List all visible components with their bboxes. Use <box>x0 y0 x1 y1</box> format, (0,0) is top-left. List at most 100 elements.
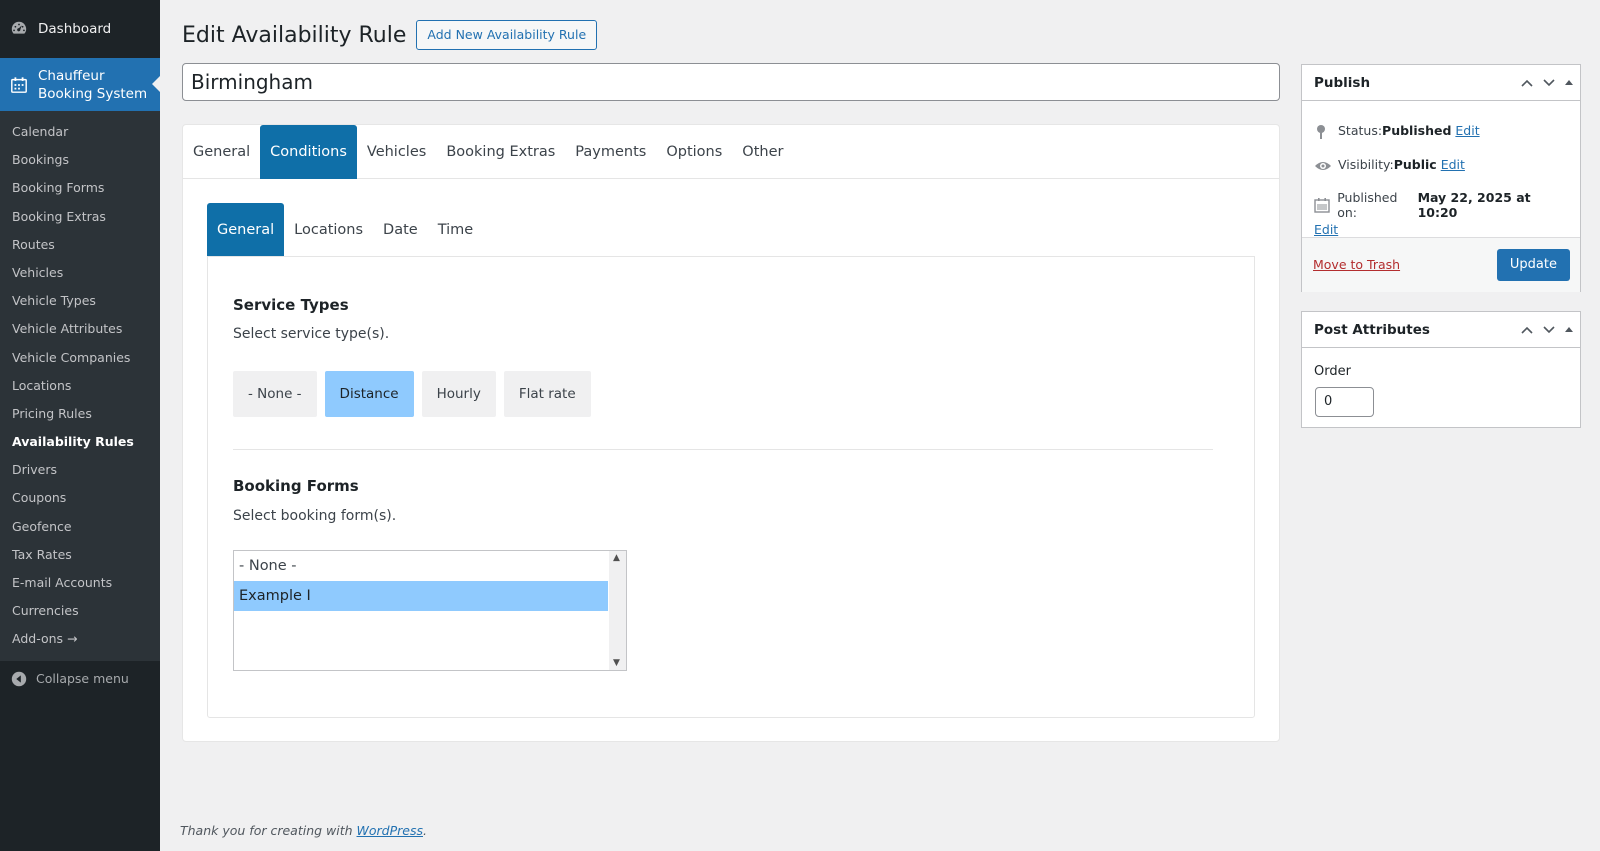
booking-forms-select[interactable]: - None - Example I ▲ ▼ <box>233 550 627 671</box>
publish-box: Publish Status: Published Edit Visibility… <box>1301 64 1581 292</box>
sidebar-item-pricing-rules[interactable]: Pricing Rules <box>0 400 160 428</box>
sidebar-item-drivers[interactable]: Drivers <box>0 456 160 484</box>
sidebar-item-tax-rates[interactable]: Tax Rates <box>0 541 160 569</box>
collapse-icon <box>11 671 27 686</box>
tab-options[interactable]: Options <box>656 125 732 179</box>
edit-status-link[interactable]: Edit <box>1455 123 1479 138</box>
tab-general[interactable]: General <box>183 125 260 179</box>
subtab-date[interactable]: Date <box>373 203 428 256</box>
toggle-panel-icon[interactable] <box>1564 78 1574 88</box>
tab-vehicles[interactable]: Vehicles <box>357 125 436 179</box>
tab-other[interactable]: Other <box>732 125 793 179</box>
add-new-availability-rule-button[interactable]: Add New Availability Rule <box>416 20 598 50</box>
sidebar-item-booking-forms[interactable]: Booking Forms <box>0 174 160 202</box>
tab-booking-extras[interactable]: Booking Extras <box>436 125 565 179</box>
footer-suffix: . <box>423 823 427 838</box>
calendar-icon <box>1314 196 1331 214</box>
admin-sidebar: Dashboard Chauffeur Booking System Calen… <box>0 0 160 851</box>
sidebar-item-vehicles[interactable]: Vehicles <box>0 259 160 287</box>
sidebar-item-booking-extras[interactable]: Booking Extras <box>0 203 160 231</box>
scroll-up-icon[interactable]: ▲ <box>613 553 620 563</box>
move-up-icon[interactable] <box>1520 76 1534 90</box>
published-label: Published on: <box>1337 190 1398 220</box>
service-type-option[interactable]: Flat rate <box>503 371 591 417</box>
box-controls <box>1520 65 1574 101</box>
post-attributes-box: Post Attributes Order 0 <box>1301 311 1581 428</box>
sidebar-item-vehicle-attributes[interactable]: Vehicle Attributes <box>0 315 160 343</box>
move-down-icon[interactable] <box>1542 323 1556 337</box>
move-up-icon[interactable] <box>1520 323 1534 337</box>
order-input[interactable]: 0 <box>1315 387 1374 417</box>
post-attributes-header: Post Attributes <box>1302 312 1580 348</box>
publish-visibility-row: Visibility: Public Edit <box>1302 157 1477 175</box>
footer-credit: Thank you for creating with WordPress. <box>180 823 427 838</box>
move-to-trash-link[interactable]: Move to Trash <box>1313 257 1400 272</box>
sidebar-item-currencies[interactable]: Currencies <box>0 597 160 625</box>
scroll-down-icon[interactable]: ▼ <box>613 658 620 668</box>
box-controls <box>1520 312 1574 348</box>
service-types-title: Service Types <box>233 296 349 314</box>
sidebar-item-e-mail-accounts[interactable]: E-mail Accounts <box>0 569 160 597</box>
collapse-menu-label: Collapse menu <box>36 671 129 687</box>
publish-status-row: Status: Published Edit <box>1302 123 1492 141</box>
eye-icon <box>1314 157 1332 175</box>
calendar-icon <box>10 76 30 94</box>
condition-subtabs: General Locations Date Time <box>207 203 1255 256</box>
sidebar-item-geofence[interactable]: Geofence <box>0 513 160 541</box>
service-type-option[interactable]: - None - <box>233 371 317 417</box>
sidebar-item-bookings[interactable]: Bookings <box>0 146 160 174</box>
edit-date-link[interactable]: Edit <box>1314 222 1568 237</box>
post-attributes-title: Post Attributes <box>1314 321 1430 338</box>
dashboard-icon <box>10 20 30 38</box>
rule-settings-panel: General Conditions Vehicles Booking Extras P… <box>182 124 1280 742</box>
tab-payments[interactable]: Payments <box>565 125 656 179</box>
wordpress-link[interactable]: WordPress <box>357 823 423 838</box>
sidebar-item-label: Dashboard <box>38 21 112 37</box>
sidebar-item-coupons[interactable]: Coupons <box>0 484 160 512</box>
sidebar-item-routes[interactable]: Routes <box>0 231 160 259</box>
main-content: Edit Availability Rule Add New Availabil… <box>160 0 1600 851</box>
publish-box-header: Publish <box>1302 65 1580 101</box>
toggle-panel-icon[interactable] <box>1564 325 1574 335</box>
service-type-options: - None - Distance Hourly Flat rate <box>233 371 591 417</box>
visibility-label: Visibility: <box>1338 157 1394 172</box>
booking-forms-options: - None - Example I <box>234 551 626 611</box>
publish-date-row: Published on: May 22, 2025 at 10:20 Edit <box>1302 190 1580 237</box>
collapse-menu-button[interactable]: Collapse menu <box>0 661 160 697</box>
sidebar-item-dashboard[interactable]: Dashboard <box>0 0 160 58</box>
update-button[interactable]: Update <box>1496 249 1570 281</box>
footer-text: Thank you for creating with <box>180 823 357 838</box>
subtab-general[interactable]: General <box>207 203 285 256</box>
service-type-option[interactable]: Hourly <box>421 371 496 417</box>
post-title-input[interactable]: Birmingham <box>182 63 1280 101</box>
page-header: Edit Availability Rule Add New Availabil… <box>182 20 598 50</box>
booking-form-option[interactable]: - None - <box>234 551 608 581</box>
section-divider <box>233 449 1213 450</box>
conditions-panel: General Locations Date Time Service Types S… <box>207 203 1255 718</box>
order-label: Order <box>1314 364 1351 379</box>
plugin-label-line2: Booking System <box>38 85 148 102</box>
publish-actions: Move to Trash Update <box>1302 237 1580 292</box>
sidebar-item-locations[interactable]: Locations <box>0 372 160 400</box>
sidebar-item-label: Chauffeur Booking System <box>38 67 147 103</box>
sidebar-item-calendar[interactable]: Calendar <box>0 118 160 146</box>
sidebar-item-add-ons[interactable]: Add-ons → <box>0 625 160 653</box>
listbox-scrollbar[interactable]: ▲ ▼ <box>609 551 626 670</box>
sidebar-item-availability-rules[interactable]: Availability Rules <box>0 428 160 456</box>
service-type-option[interactable]: Distance <box>324 371 414 417</box>
visibility-value: Public <box>1393 157 1437 172</box>
subtab-time[interactable]: Time <box>428 203 484 256</box>
publish-box-title: Publish <box>1314 74 1371 91</box>
sidebar-item-vehicle-companies[interactable]: Vehicle Companies <box>0 344 160 372</box>
booking-forms-description: Select booking form(s). <box>233 508 397 524</box>
sidebar-item-vehicle-types[interactable]: Vehicle Types <box>0 287 160 315</box>
edit-visibility-link[interactable]: Edit <box>1441 157 1465 172</box>
subtab-locations[interactable]: Locations <box>284 203 373 256</box>
booking-form-option[interactable]: Example I <box>234 581 608 611</box>
move-down-icon[interactable] <box>1542 76 1556 90</box>
published-value: May 22, 2025 at 10:20 <box>1417 190 1531 220</box>
tab-conditions[interactable]: Conditions <box>260 125 357 179</box>
status-value: Published <box>1382 123 1452 138</box>
sidebar-submenu: Calendar Bookings Booking Forms Booking Ext… <box>0 111 160 661</box>
sidebar-item-chauffeur-booking-system[interactable]: Chauffeur Booking System <box>0 58 160 111</box>
